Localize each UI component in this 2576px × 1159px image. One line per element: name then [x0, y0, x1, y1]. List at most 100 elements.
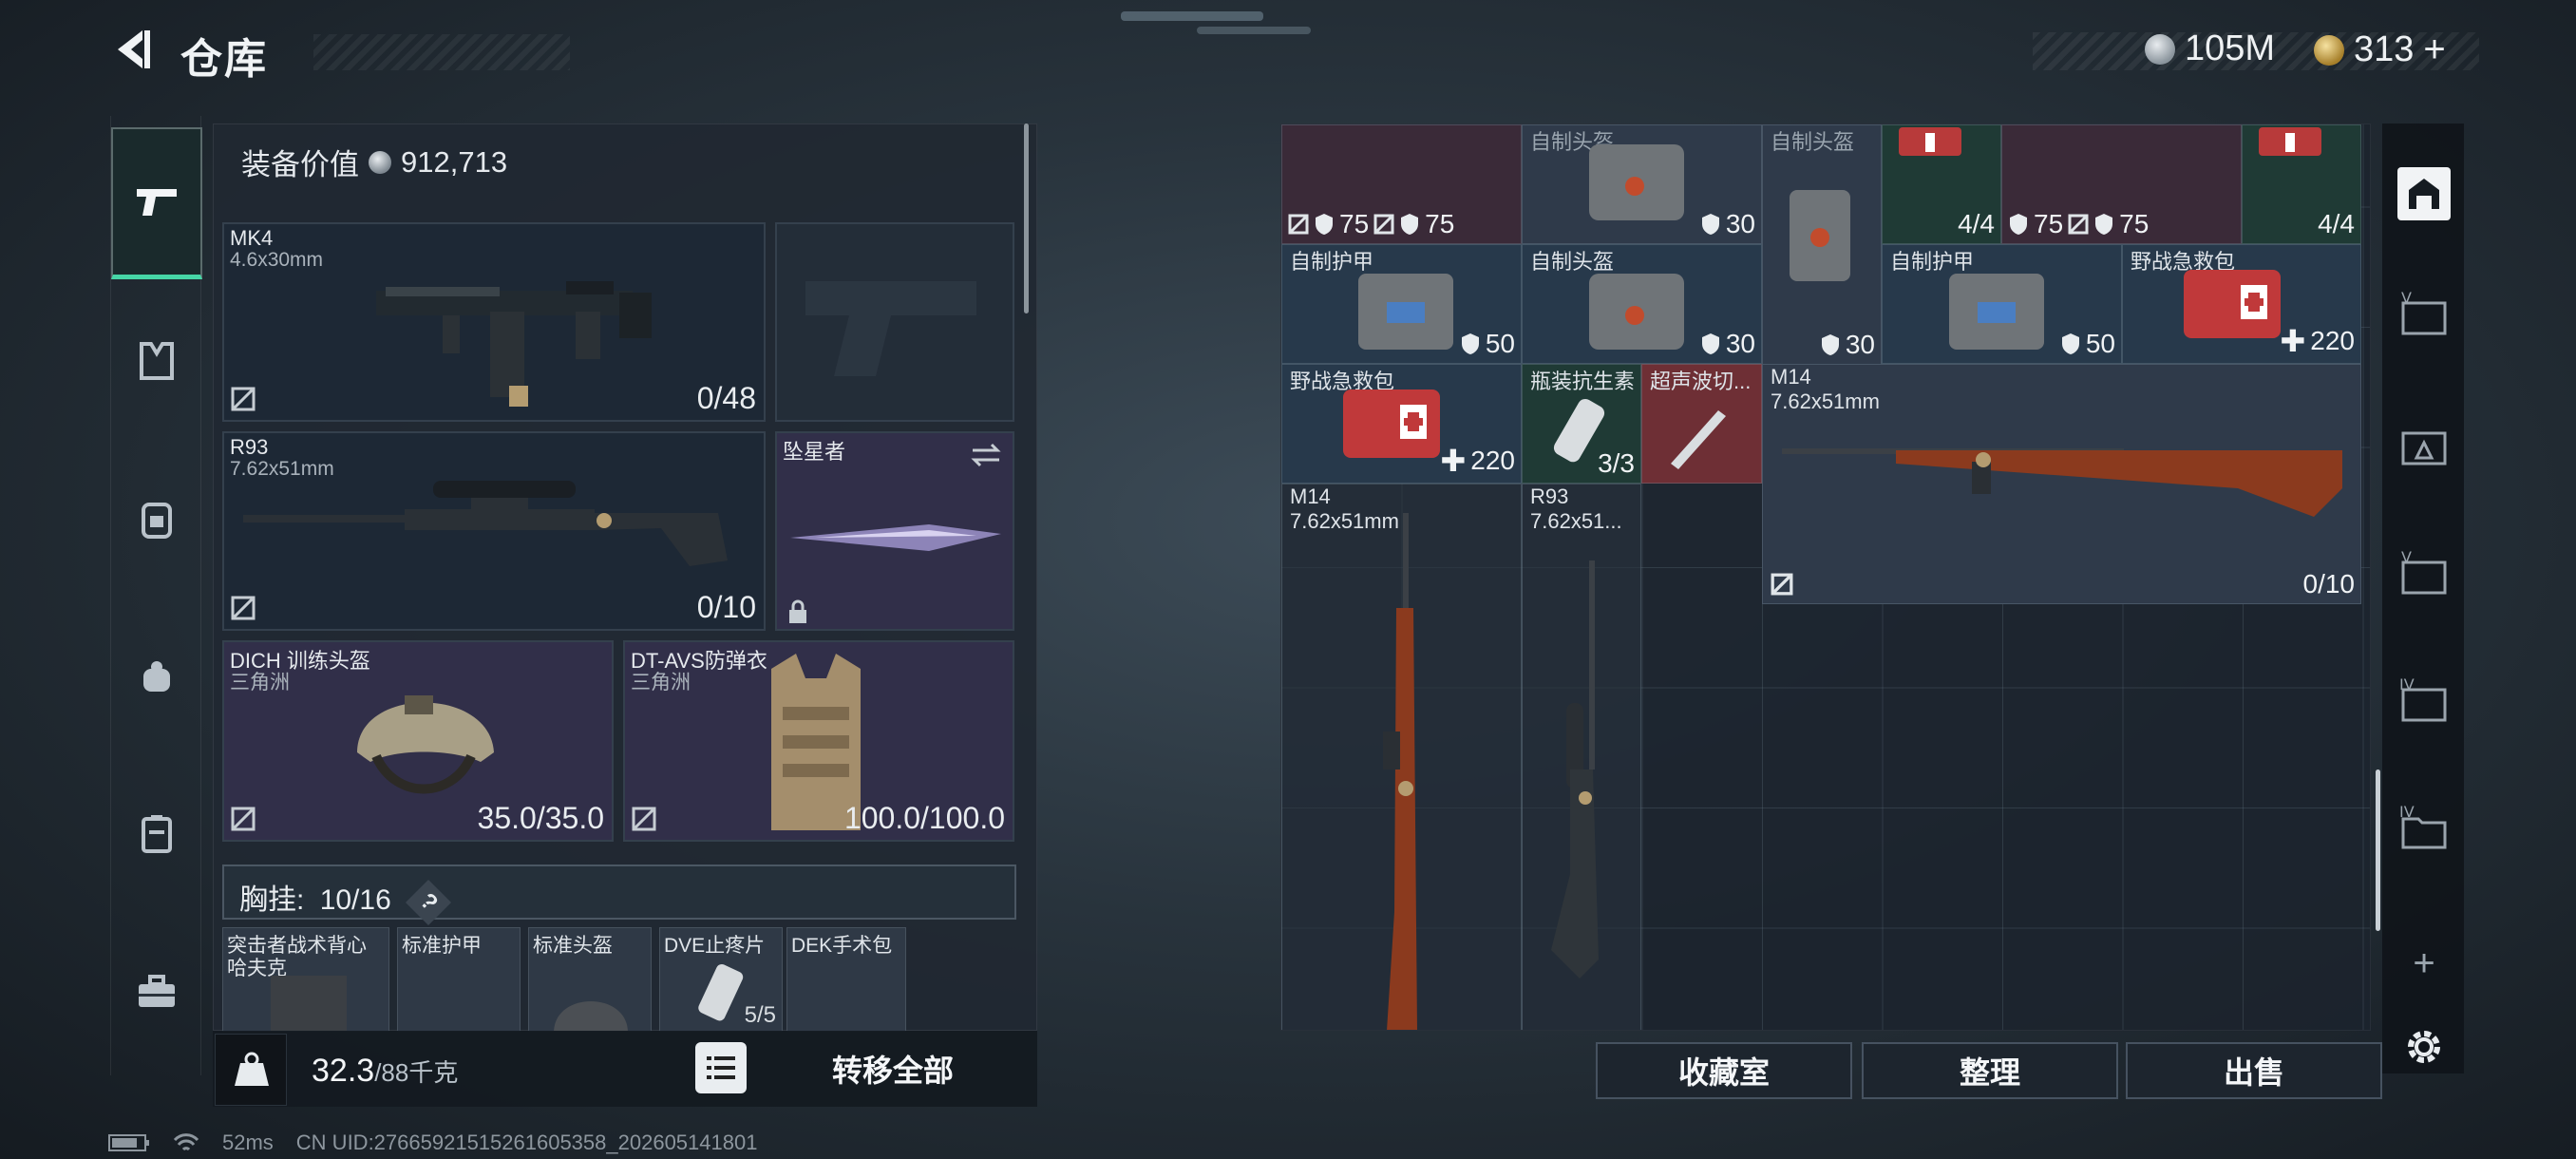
tab-pouch[interactable]	[111, 631, 202, 722]
stash-tab-iv[interactable]: IV	[2397, 676, 2451, 730]
stash-tab-triangle[interactable]	[2397, 420, 2451, 473]
list-icon	[707, 1056, 735, 1079]
grid-item[interactable]: 自制头盔 30	[1762, 124, 1882, 365]
grid-item[interactable]: 自制头盔 30	[1522, 244, 1762, 364]
stash-tab-main[interactable]	[2397, 167, 2451, 220]
stash-tab-v2[interactable]: V	[2397, 549, 2451, 602]
helmet-durability: 35.0/35.0	[477, 801, 604, 835]
helmet-icon	[357, 695, 494, 794]
pouch-icon	[143, 661, 170, 692]
item-name: M14	[1290, 484, 1331, 508]
armor-brand: 三角洲	[631, 672, 691, 694]
add-currency-button[interactable]: +	[2423, 28, 2445, 71]
melee-name: 坠星者	[783, 440, 846, 464]
no-insure-icon	[1771, 573, 1793, 596]
grid-item[interactable]: 自制头盔 30	[1522, 124, 1762, 244]
weight-icon	[215, 1034, 287, 1106]
stash-scrollbar[interactable]	[2376, 770, 2380, 931]
no-insure-icon	[1373, 214, 1394, 235]
item-durability: 30	[1820, 330, 1875, 360]
weight-readout: 32.3/88千克	[312, 1053, 458, 1090]
melee-slot[interactable]: 坠星者	[775, 431, 1014, 631]
shield-icon	[2010, 214, 2027, 235]
coin-icon	[2145, 33, 2175, 65]
tab-container[interactable]	[111, 788, 202, 880]
weapon-ammo-count: 0/48	[696, 381, 756, 415]
add-stash-tab-button[interactable]: +	[2397, 937, 2451, 990]
currency-coupon[interactable]: 313 +	[2314, 28, 2446, 71]
primary-weapon-slot[interactable]: MK4 4.6x30mm 0/48	[222, 222, 766, 422]
pill-bottle-icon	[698, 963, 744, 1021]
item-name: M14	[1771, 365, 1811, 389]
helmet-icon	[554, 1001, 628, 1031]
svg-text:IV: IV	[2399, 804, 2415, 821]
shield-icon	[1401, 214, 1419, 235]
grid-item[interactable]: 75 75	[2001, 124, 2242, 244]
m14-rifle-icon	[1782, 448, 2342, 517]
chest-item[interactable]: 标准护甲	[397, 927, 521, 1032]
currency-coupon-value: 313	[2354, 29, 2415, 69]
grid-item[interactable]: 野战急救包 ✚ 220	[1281, 364, 1522, 484]
chest-item[interactable]: DVE止疼片 5/5	[659, 927, 783, 1032]
tab-toolbox[interactable]	[111, 946, 202, 1037]
sell-button[interactable]: 出售	[2126, 1042, 2382, 1099]
chest-rig-label: 胸挂:	[239, 884, 305, 916]
grid-item[interactable]: M14 7.62x51mm 0/10	[1762, 364, 2361, 604]
item-ammo: 7.62x51...	[1530, 509, 1622, 533]
tab-weapons[interactable]	[111, 127, 202, 279]
item-durability: 50	[1460, 329, 1515, 359]
sort-button[interactable]: 整理	[1862, 1042, 2118, 1099]
back-arrow-icon[interactable]	[106, 25, 156, 74]
weapon-ammo: 4.6x30mm	[230, 249, 324, 271]
helmet-slot[interactable]: DICH 训练头盔 三角洲 35.0/35.0	[222, 640, 614, 842]
item-durability: 30	[1700, 209, 1755, 239]
stash-tab-v[interactable]: V	[2397, 290, 2451, 343]
shield-icon	[1701, 333, 1719, 354]
lock-icon	[789, 599, 806, 623]
grid-item[interactable]: 自制护甲 50	[1281, 244, 1522, 364]
chest-item[interactable]: 标准头盔	[528, 927, 652, 1032]
shield-icon	[1701, 214, 1719, 235]
weapon-ammo-count: 0/10	[696, 590, 756, 624]
grid-item[interactable]: 野战急救包 ✚ 220	[2122, 244, 2361, 364]
grid-item[interactable]: 4/4	[2242, 124, 2361, 244]
swap-icon[interactable]	[969, 441, 1003, 469]
tab-backpack[interactable]	[111, 473, 202, 564]
armor-slot[interactable]: DT-AVS防弹衣 三角洲 100.0/100.0	[623, 640, 1014, 842]
chest-item[interactable]: 突击者战术背心 哈夫克	[222, 927, 389, 1032]
m14-rifle-vertical-icon	[1383, 513, 1417, 1030]
item-name: 瓶装抗生素	[1530, 370, 1636, 393]
transfer-all-button[interactable]: 转移全部	[779, 1036, 1007, 1102]
homemade-helmet-icon	[1589, 274, 1684, 350]
settings-gear-icon[interactable]	[2397, 1020, 2451, 1074]
pistol-silhouette-icon	[805, 281, 976, 376]
chest-item[interactable]: DEK手术包	[786, 927, 906, 1032]
grid-item[interactable]: R93 7.62x51...	[1522, 484, 1641, 1030]
item-count: 4/4	[2318, 209, 2355, 238]
help-icon[interactable]: ?	[406, 879, 452, 926]
ceiling-light	[1121, 11, 1263, 21]
grid-item[interactable]: 瓶装抗生素 3/3	[1522, 364, 1641, 484]
tab-vest[interactable]	[111, 315, 202, 407]
loadout-scrollbar[interactable]	[1024, 124, 1029, 314]
no-insure-icon	[632, 807, 656, 831]
vault-button[interactable]: 收藏室	[1596, 1042, 1852, 1099]
plus-icon: ✚	[1440, 444, 1467, 478]
no-insure-icon	[231, 596, 256, 620]
grid-item[interactable]: 超声波切...	[1641, 364, 1762, 484]
battery-icon	[108, 1134, 149, 1151]
homemade-helmet-icon	[1589, 144, 1684, 220]
grid-item[interactable]: M14 7.62x51mm	[1281, 484, 1522, 1030]
weight-capacity: /88千克	[374, 1058, 459, 1087]
grid-item[interactable]: 4/4	[1882, 124, 2001, 244]
sniper-slot[interactable]: R93 7.62x51mm 0/10	[222, 431, 766, 631]
grid-item[interactable]: 自制护甲 50	[1882, 244, 2122, 364]
container-icon	[142, 815, 172, 853]
list-view-button[interactable]	[695, 1042, 747, 1093]
folder-icon: IV	[2399, 804, 2447, 849]
currency-hafu[interactable]: 105M	[2145, 28, 2275, 69]
uid-text: CN UID:2766592151526160535​8_20260514180…	[295, 1130, 758, 1154]
stash-tab-iv2[interactable]: IV	[2397, 804, 2451, 857]
secondary-weapon-slot[interactable]	[775, 222, 1014, 422]
grid-item[interactable]: 75 75	[1281, 124, 1522, 244]
